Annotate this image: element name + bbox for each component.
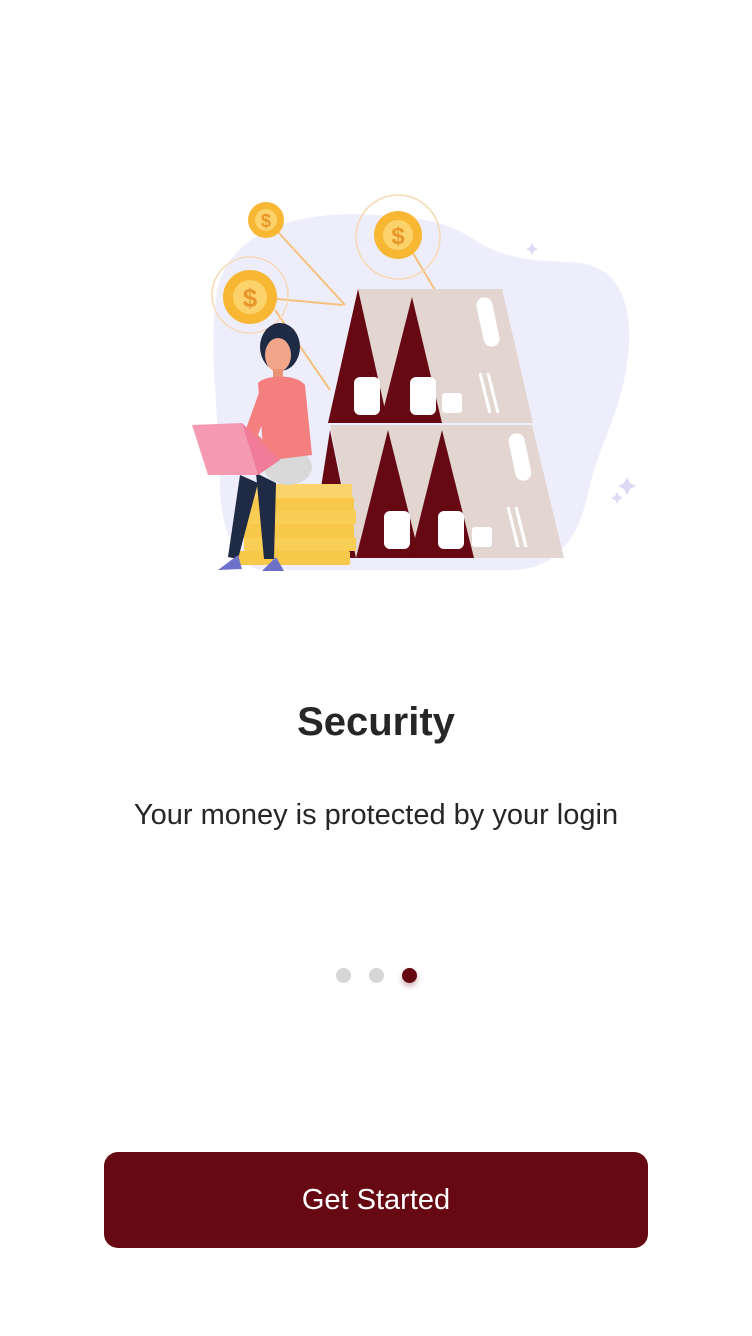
security-illustration: $ $ $ [192, 194, 636, 571]
coin-icon: $ [223, 270, 277, 324]
screen-title: Security [297, 700, 455, 744]
svg-text:$: $ [243, 283, 258, 313]
page-indicator-dot[interactable] [368, 968, 384, 983]
svg-text:$: $ [391, 223, 405, 250]
coin-stack [238, 484, 356, 565]
svg-text:$: $ [261, 211, 271, 231]
screen-description: Your money is protected by your login [133, 799, 619, 831]
get-started-button[interactable]: Get Started [104, 1152, 648, 1248]
coin-icon: $ [374, 211, 422, 259]
coin-icon: $ [248, 202, 284, 238]
page-indicator-dot[interactable] [335, 968, 351, 983]
page-indicator-dot-active[interactable] [401, 968, 417, 983]
page-indicator [0, 968, 752, 983]
